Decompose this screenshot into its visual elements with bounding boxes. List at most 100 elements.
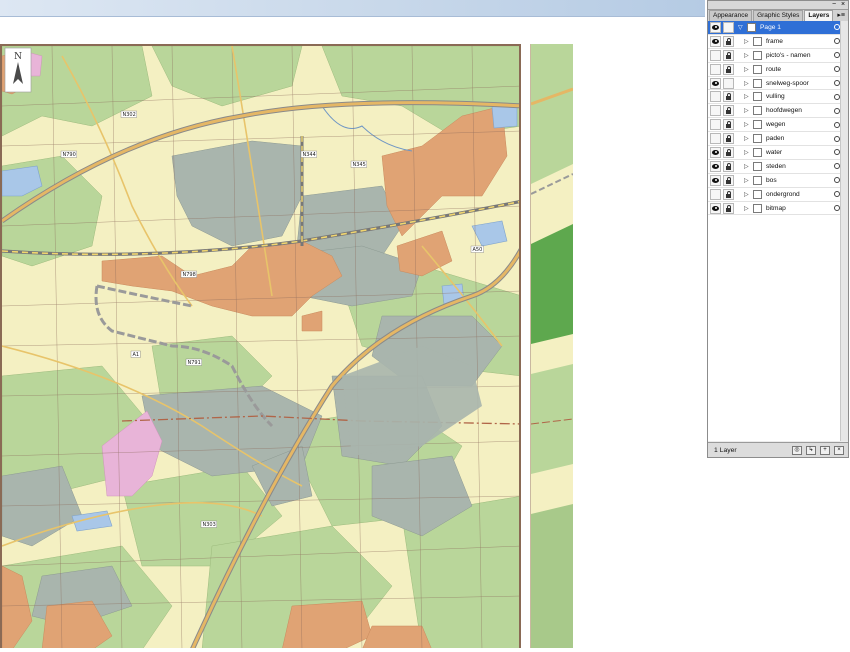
visibility-toggle[interactable] <box>710 133 721 145</box>
visibility-toggle[interactable] <box>710 105 721 117</box>
tab-graphic-styles[interactable]: Graphic Styles <box>753 10 804 21</box>
road-label: N344 <box>303 152 316 158</box>
visibility-toggle[interactable] <box>710 146 721 158</box>
lock-icon <box>726 176 731 184</box>
tab-layers[interactable]: Layers <box>804 10 834 21</box>
collapse-arrow-icon[interactable]: ▽ <box>738 24 744 31</box>
road-label: N302 <box>123 112 136 118</box>
lock-toggle[interactable] <box>723 174 734 186</box>
visibility-toggle[interactable] <box>710 160 721 172</box>
lock-icon <box>726 65 731 73</box>
layer-name: frame <box>766 37 783 45</box>
lock-icon <box>726 162 731 170</box>
expand-arrow-icon[interactable]: ▷ <box>744 177 750 184</box>
layer-row-paden[interactable]: ▷ paden <box>708 132 848 147</box>
lock-toggle[interactable] <box>723 146 734 158</box>
map-canvas[interactable]: N302 N798 N344 N345 A50 A1 N791 N790 N303 N <box>0 44 521 648</box>
expand-arrow-icon[interactable]: ▷ <box>744 38 750 45</box>
lock-toggle[interactable] <box>723 119 734 131</box>
layer-thumbnail <box>753 92 762 102</box>
expand-arrow-icon[interactable]: ▷ <box>744 52 750 59</box>
minimize-icon[interactable]: − <box>830 1 838 8</box>
lock-toggle[interactable] <box>723 105 734 117</box>
lock-icon <box>726 107 731 115</box>
expand-arrow-icon[interactable]: ▷ <box>744 149 750 156</box>
lock-toggle[interactable] <box>723 77 734 89</box>
delete-layer-icon[interactable]: × <box>834 445 844 455</box>
panel-scrollbar[interactable] <box>840 21 848 441</box>
lock-toggle[interactable] <box>723 91 734 103</box>
make-clipping-mask-icon[interactable]: ◎ <box>792 445 802 455</box>
lock-toggle[interactable] <box>723 133 734 145</box>
north-arrow: N <box>4 47 32 93</box>
layer-row-page-1[interactable]: ▽ Page 1 <box>708 21 848 35</box>
visibility-toggle[interactable] <box>710 77 721 89</box>
layer-row-water[interactable]: ▷ water <box>708 146 848 160</box>
layer-row-frame[interactable]: ▷ frame <box>708 35 848 49</box>
visibility-toggle[interactable] <box>710 202 721 214</box>
lock-toggle[interactable] <box>723 63 734 75</box>
layer-row-bos[interactable]: ▷ bos <box>708 174 848 188</box>
layer-row-snelweg-spoor[interactable]: ▷ snelweg-spoor <box>708 77 848 91</box>
layer-row-bitmap[interactable]: ▷ bitmap <box>708 202 848 216</box>
expand-arrow-icon[interactable]: ▷ <box>744 80 750 87</box>
layer-name: bitmap <box>766 204 786 212</box>
layer-row-wegen[interactable]: ▷ wegen <box>708 118 848 133</box>
tab-appearance[interactable]: Appearance <box>709 10 753 21</box>
lock-toggle[interactable] <box>723 202 734 214</box>
lock-icon <box>726 93 731 101</box>
layer-row-ondergrond[interactable]: ▷ ondergrond <box>708 188 848 202</box>
layer-name: wegen <box>766 121 786 129</box>
visibility-toggle[interactable] <box>710 119 721 131</box>
layer-row-hoofdwegen[interactable]: ▷ hoofdwegen <box>708 104 848 119</box>
panel-footer: 1 Layer ◎ ↳ + × <box>708 442 848 457</box>
layer-thumbnail <box>753 36 762 46</box>
layer-row-steden[interactable]: ▷ steden <box>708 160 848 174</box>
visibility-toggle[interactable] <box>710 188 721 200</box>
expand-arrow-icon[interactable]: ▷ <box>744 121 750 128</box>
layer-thumbnail <box>753 161 762 171</box>
create-layer-icon[interactable]: + <box>820 445 830 455</box>
layer-row-vulling[interactable]: ▷ vulling <box>708 90 848 105</box>
visibility-toggle[interactable] <box>710 21 721 33</box>
layer-thumbnail <box>753 78 762 88</box>
lock-icon <box>726 148 731 156</box>
layer-name: water <box>766 148 783 156</box>
visibility-toggle[interactable] <box>710 174 721 186</box>
layer-thumbnail <box>753 147 762 157</box>
lock-toggle[interactable] <box>723 160 734 172</box>
create-sublayer-icon[interactable]: ↳ <box>806 445 816 455</box>
layer-row-route[interactable]: ▷ route <box>708 63 848 77</box>
expand-arrow-icon[interactable]: ▷ <box>744 135 750 142</box>
lock-toggle[interactable] <box>723 35 734 47</box>
expand-arrow-icon[interactable]: ▷ <box>744 93 750 100</box>
map-next-page-strip <box>530 44 573 648</box>
lock-toggle[interactable] <box>723 188 734 200</box>
expand-arrow-icon[interactable]: ▷ <box>744 66 750 73</box>
panel-menu-icon[interactable]: ▸≡ <box>837 11 845 19</box>
expand-arrow-icon[interactable]: ▷ <box>744 163 750 170</box>
layer-row-picto-s-namen[interactable]: ▷ picto's - namen <box>708 49 848 63</box>
expand-arrow-icon[interactable]: ▷ <box>744 191 750 198</box>
visibility-toggle[interactable] <box>710 91 721 103</box>
visibility-toggle[interactable] <box>710 63 721 75</box>
close-icon[interactable]: × <box>839 1 847 8</box>
lock-toggle[interactable] <box>723 21 734 33</box>
layer-name: paden <box>766 135 785 143</box>
expand-arrow-icon[interactable]: ▷ <box>744 205 750 212</box>
visibility-toggle[interactable] <box>710 49 721 61</box>
lock-toggle[interactable] <box>723 49 734 61</box>
road-label: N345 <box>353 162 366 168</box>
layer-thumbnail <box>753 189 762 199</box>
layer-thumbnail <box>753 203 762 213</box>
visibility-toggle[interactable] <box>710 35 721 47</box>
layer-name: route <box>766 65 782 73</box>
panel-titlebar[interactable]: − × <box>708 1 848 10</box>
road-label: A1 <box>133 352 140 358</box>
layer-count: 1 Layer <box>714 446 737 454</box>
lock-icon <box>726 37 731 45</box>
eye-icon <box>712 177 719 183</box>
expand-arrow-icon[interactable]: ▷ <box>744 107 750 114</box>
eye-icon <box>712 163 719 169</box>
lock-icon <box>726 190 731 198</box>
